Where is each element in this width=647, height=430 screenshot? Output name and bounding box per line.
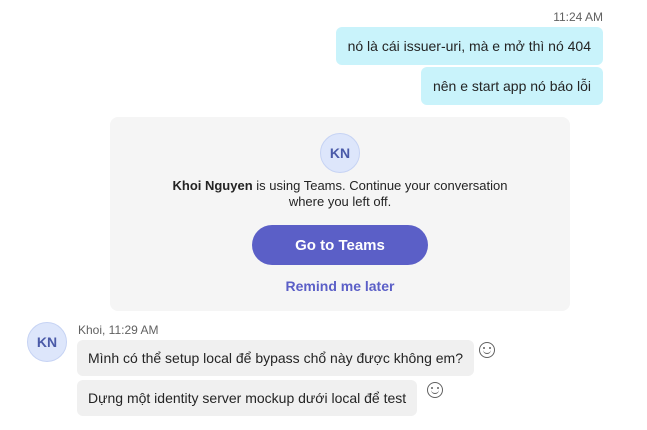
card-message: Khoi Nguyen is using Teams. Continue you… bbox=[170, 178, 510, 210]
sender-avatar: KN bbox=[27, 322, 67, 362]
incoming-message-2: Dựng một identity server mockup dưới loc… bbox=[77, 380, 418, 416]
outgoing-message-2: nên e start app nó báo lỗi bbox=[420, 67, 603, 105]
teams-invite-card: KN Khoi Nguyen is using Teams. Continue … bbox=[110, 117, 570, 311]
incoming-message-1: Mình có thể setup local để bypass chổ nà… bbox=[77, 340, 474, 376]
go-to-teams-button[interactable]: Go to Teams bbox=[252, 225, 428, 265]
card-message-rest: is using Teams. Continue your conversati… bbox=[252, 178, 508, 209]
remind-me-later-link[interactable]: Remind me later bbox=[110, 278, 570, 294]
outgoing-message-1: nó là cái issuer-uri, mà e mở thì nó 404 bbox=[335, 27, 603, 65]
smiley-reaction-icon[interactable] bbox=[427, 382, 443, 398]
card-avatar: KN bbox=[320, 133, 360, 173]
smiley-reaction-icon[interactable] bbox=[479, 342, 495, 358]
outgoing-timestamp: 11:24 AM bbox=[553, 10, 603, 24]
card-user-name: Khoi Nguyen bbox=[172, 178, 253, 193]
sender-meta: Khoi, 11:29 AM bbox=[78, 323, 159, 337]
